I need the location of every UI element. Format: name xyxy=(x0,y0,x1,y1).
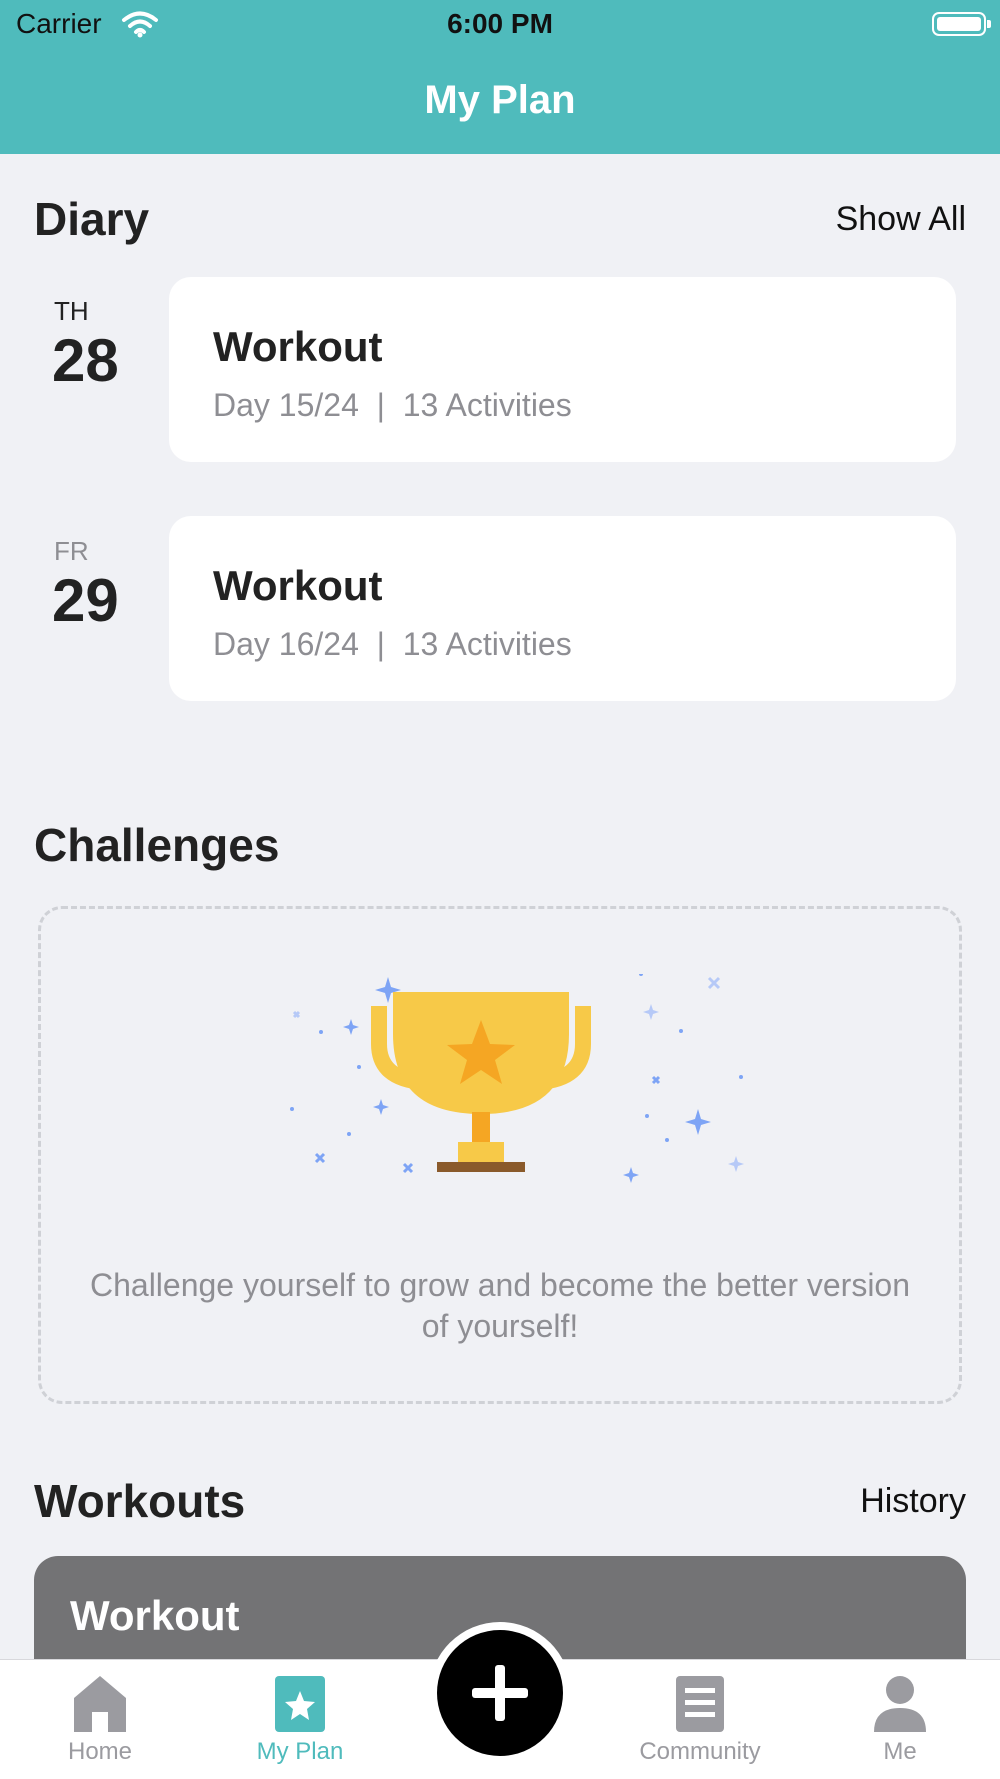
add-button-circle xyxy=(437,1630,563,1756)
diary-entry-card[interactable]: Workout Day 15/24 | 13 Activities xyxy=(169,277,956,462)
document-icon xyxy=(676,1676,724,1732)
challenges-empty-state: Challenge yourself to grow and become th… xyxy=(38,906,962,1404)
history-button[interactable]: History xyxy=(860,1482,966,1521)
diary-entry-card[interactable]: Workout Day 16/24 | 13 Activities xyxy=(169,516,956,701)
diary-day-number: 29 xyxy=(52,567,119,634)
workouts-heading: Workouts xyxy=(34,1475,246,1527)
navigation-bar: My Plan xyxy=(0,50,1000,154)
battery-icon xyxy=(932,12,991,36)
star-badge-icon xyxy=(275,1676,325,1732)
status-bar: Carrier 6:00 PM xyxy=(0,0,1000,50)
diary-entry-title: Workout xyxy=(213,323,383,370)
page-title: My Plan xyxy=(424,78,576,122)
tab-me[interactable]: Me xyxy=(800,1674,1000,1766)
tab-label: Home xyxy=(67,1738,133,1765)
diary-heading: Diary xyxy=(34,193,150,245)
home-icon xyxy=(74,1676,126,1732)
tab-label: Me xyxy=(883,1738,917,1765)
clock: 6:00 PM xyxy=(447,8,553,39)
challenges-heading: Challenges xyxy=(34,819,280,871)
workout-card-title: Workout xyxy=(70,1592,240,1639)
tab-label: Community xyxy=(639,1738,761,1765)
diary-day-abbr: TH xyxy=(54,296,89,326)
diary-entry-title: Workout xyxy=(213,562,383,609)
tab-home[interactable]: Home xyxy=(0,1674,200,1766)
diary-day-number: 28 xyxy=(52,327,119,394)
show-all-button[interactable]: Show All xyxy=(836,200,966,239)
tab-my-plan[interactable]: My Plan xyxy=(200,1674,400,1766)
diary-day-abbr: FR xyxy=(54,536,89,566)
add-button[interactable] xyxy=(429,1622,571,1764)
plus-icon xyxy=(472,1665,528,1721)
person-icon xyxy=(874,1676,926,1732)
tab-community[interactable]: Community xyxy=(600,1674,800,1766)
tab-label: My Plan xyxy=(256,1738,344,1765)
trophy-icon xyxy=(290,974,744,1183)
challenges-empty-message: Challenge yourself to grow and become th… xyxy=(89,1267,911,1344)
diary-entry-subtitle: Day 16/24 | 13 Activities xyxy=(213,626,572,662)
diary-entry-subtitle: Day 15/24 | 13 Activities xyxy=(213,387,572,423)
